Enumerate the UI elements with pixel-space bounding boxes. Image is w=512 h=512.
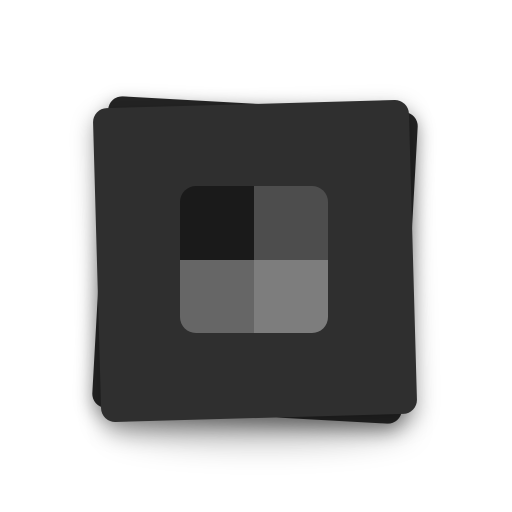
quadrant-bottom-left	[180, 259, 254, 333]
quadrant-bottom-right	[254, 259, 328, 333]
quadrant-top-right	[254, 186, 328, 260]
app-icon	[0, 0, 512, 512]
grid-tile-icon	[180, 186, 328, 333]
quadrant-top-left	[180, 186, 254, 260]
